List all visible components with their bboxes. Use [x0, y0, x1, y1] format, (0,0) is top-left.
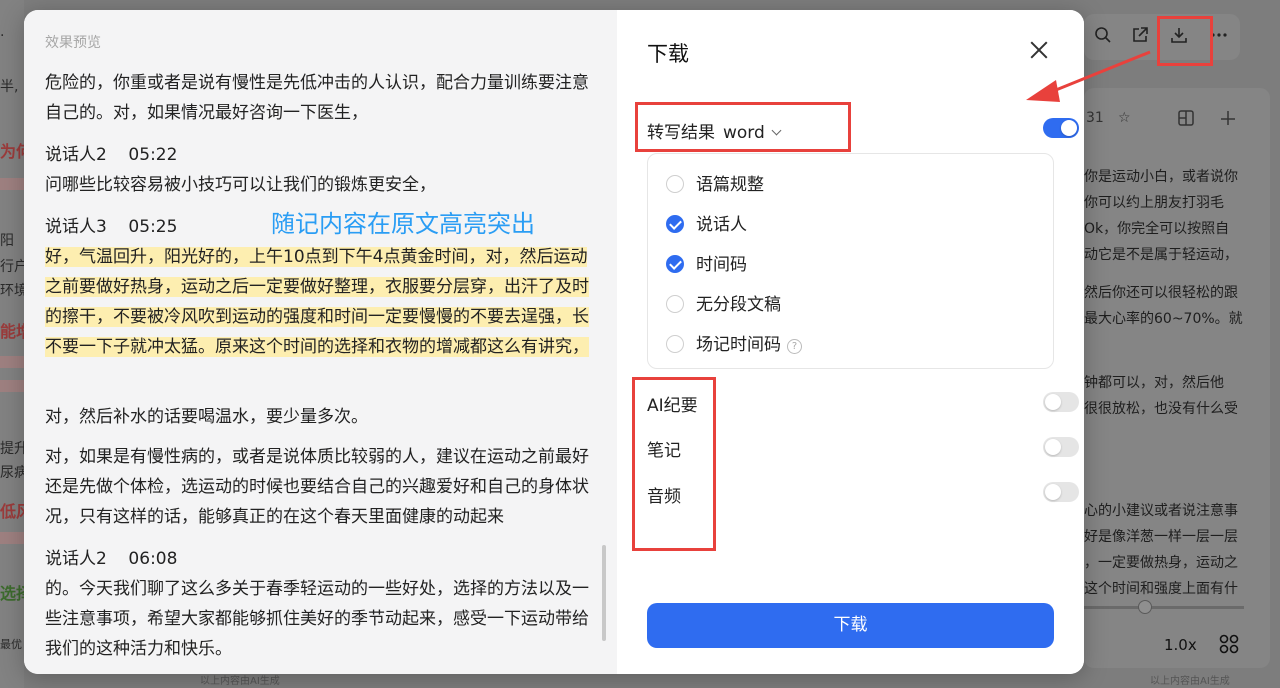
speaker-timestamp: 说话人3 05:25: [45, 217, 178, 237]
close-icon[interactable]: [1025, 36, 1053, 64]
bg-text-line: 钟都可以，对，然后他: [1084, 375, 1224, 391]
option-speaker[interactable]: 说话人: [666, 210, 747, 235]
bg-fragment: 行户: [0, 259, 24, 275]
audio-toggle[interactable]: [1043, 482, 1079, 502]
bg-text-line: 动它是不是属于轻运动，: [1084, 247, 1238, 263]
checkbox-icon[interactable]: [666, 175, 684, 193]
transcript-paragraph: 危险的，你重或者是说有慢性是先低冲击的人认识，配合力量训练要注意自己的。对，如果…: [45, 73, 589, 123]
preview-title: 效果预览: [45, 35, 101, 51]
bg-fragment: 能增: [0, 322, 24, 341]
option-timecode[interactable]: 时间码: [666, 250, 747, 275]
download-icon-highlight-box: [1157, 16, 1213, 66]
toggle-knob: [1045, 394, 1061, 410]
bg-text-line: 这个时间和强度上面有什: [1084, 581, 1238, 597]
bg-fragment: 提升: [0, 441, 24, 457]
progress-track[interactable]: [1084, 606, 1244, 609]
highlighted-paragraph: 好，气温回升，阳光好的，上午10点到下午4点黄金时间，对，然后运动之前要做好热身…: [45, 242, 593, 362]
highlighted-note-text: 好，气温回升，阳光好的，上午10点到下午4点黄金时间，对，然后运动之前要做好热身…: [45, 247, 589, 357]
option-label: 说话人: [696, 215, 747, 235]
bg-footer-note: 以上内容由AI生成: [1150, 676, 1230, 687]
bg-text-line: 你是运动小白，或者说你: [1084, 169, 1238, 185]
bg-fragment: 尿病: [0, 465, 24, 481]
bg-text-line: 然后你还可以很轻松的跟: [1084, 285, 1238, 301]
checkbox-checked-icon[interactable]: [666, 215, 684, 233]
option-label: 场记时间码: [696, 335, 781, 355]
option-no-paragraphs[interactable]: 无分段文稿: [666, 290, 781, 315]
transcript-paragraph: 问哪些比较容易被小技巧可以让我们的锻炼更安全，: [45, 175, 436, 195]
option-label: 时间码: [696, 255, 747, 275]
bg-pink-bar: [0, 178, 24, 190]
checkbox-icon[interactable]: [666, 295, 684, 313]
bg-text-line: 你可以约上朋友打羽毛: [1084, 195, 1224, 211]
transcript-paragraph: 对，然后补水的话要喝温水，要少量多次。: [45, 407, 368, 427]
toggle-knob: [1045, 484, 1061, 500]
bg-pink-bar: [0, 532, 24, 544]
transcript-paragraph: 的。今天我们聊了这么多关于春季轻运动的一些好处，选择的方法以及一些注意事项，希望…: [45, 579, 589, 659]
bg-fragment: 选择: [0, 584, 24, 603]
bg-text-line: 好是像洋葱一样一层一层: [1084, 529, 1238, 545]
format-highlight-box: [635, 102, 851, 152]
transcript-paragraph: 对，如果是有慢性病的，或者是说体质比较弱的人，建议在运动之前最好还是先做个体检，…: [45, 447, 589, 527]
checkbox-checked-icon[interactable]: [666, 255, 684, 273]
bg-text-line: ，一定要做热身，运动之: [1084, 555, 1238, 571]
download-modal: 效果预览 危险的，你重或者是说有慢性是先低冲击的人认识，配合力量训练要注意自己的…: [24, 10, 1084, 674]
help-icon[interactable]: ?: [787, 339, 802, 354]
toggle-knob: [1045, 439, 1061, 455]
share-external-icon[interactable]: [1129, 26, 1151, 48]
bg-text-line: 心的小建议或者说注意事: [1084, 503, 1238, 519]
preview-scrollbar[interactable]: [602, 545, 606, 641]
highlight-annotation-label: 随记内容在原文高亮突出: [271, 210, 535, 238]
dialog-title: 下载: [647, 42, 689, 66]
bg-pink-bar: [0, 380, 24, 392]
option-label: 语篇规整: [696, 175, 764, 195]
bg-fragment: ·: [0, 28, 5, 44]
bg-fragment: 为何: [0, 142, 24, 161]
grid-icon[interactable]: [1219, 634, 1239, 659]
option-paragraph-normalize[interactable]: 语篇规整: [666, 170, 764, 195]
download-button[interactable]: 下载: [647, 603, 1054, 648]
playback-speed[interactable]: 1.0x: [1164, 636, 1197, 654]
checkbox-icon[interactable]: [666, 335, 684, 353]
bg-text-line: 最大心率的60~70%。就: [1084, 311, 1243, 327]
bg-text-line: 很很放松，也没有什么受: [1084, 401, 1238, 417]
download-settings-panel: 下载 转写结果 word 语篇规整 说话人 时间码 无分段文稿 场记时间码? AI…: [617, 10, 1084, 674]
progress-knob[interactable]: [1138, 600, 1152, 614]
bg-footer-note: 以上内容由AI生成: [200, 676, 280, 687]
toggle-knob: [1061, 120, 1077, 136]
bg-fragment: 阳: [0, 233, 14, 249]
bg-fragment: 最优: [0, 638, 22, 651]
extras-highlight-box: [632, 377, 716, 551]
speaker-timestamp: 说话人2 06:08: [45, 549, 178, 569]
background-right-panel: 31 ☆ 你是运动小白，或者说你 你可以约上朋友打羽毛 Ok，你完全可以按照自 …: [1084, 88, 1270, 668]
bg-pink-bar: [0, 356, 24, 368]
bg-fragment: 低风: [0, 502, 24, 521]
option-label: 无分段文稿: [696, 295, 781, 315]
option-scene-timecode[interactable]: 场记时间码?: [666, 330, 802, 355]
search-icon[interactable]: [1092, 26, 1114, 48]
layout-icon[interactable]: [1178, 110, 1194, 130]
notes-toggle[interactable]: [1043, 437, 1079, 457]
adjust-icon[interactable]: [1220, 110, 1236, 130]
star-icon[interactable]: ☆: [1118, 110, 1131, 126]
preview-pane: 效果预览 危险的，你重或者是说有慢性是先低冲击的人认识，配合力量训练要注意自己的…: [24, 10, 617, 674]
bg-mini-number: 31: [1086, 110, 1104, 126]
bg-fragment: 半,: [0, 79, 19, 95]
speaker-timestamp: 说话人2 05:22: [45, 145, 178, 165]
ai-summary-toggle[interactable]: [1043, 392, 1079, 412]
bg-text-line: Ok，你完全可以按照自: [1084, 221, 1230, 237]
transcript-toggle[interactable]: [1043, 118, 1079, 138]
background-left-column: · 半, 为何 阳 行户 环境 能增 提升 尿病 低风 选择 最优: [0, 0, 24, 688]
bg-fragment: 环境: [0, 283, 24, 299]
transcript-options: 语篇规整 说话人 时间码 无分段文稿 场记时间码?: [647, 153, 1054, 369]
